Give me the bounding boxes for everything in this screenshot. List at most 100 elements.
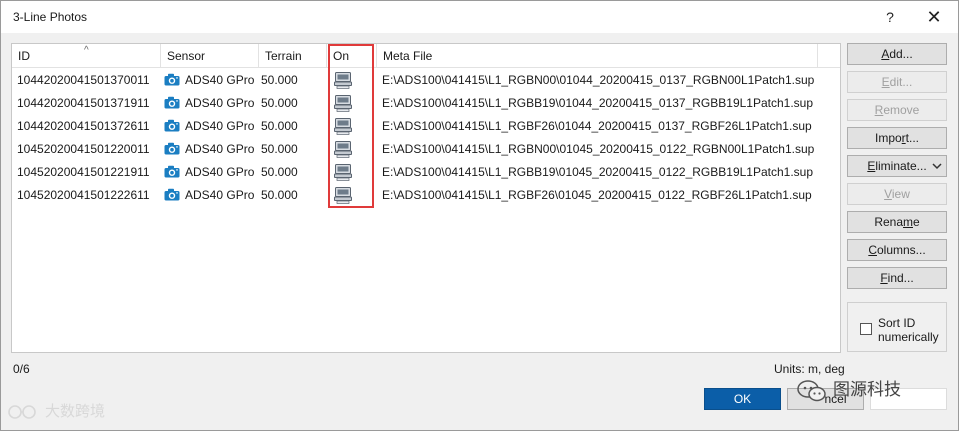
wechat-icon [797,379,826,401]
add-button[interactable]: Add... [847,43,947,65]
row-on[interactable] [332,69,372,92]
import-button-label-start: Impo [874,131,902,145]
row-sensor-text: ADS40 GPro [185,73,255,87]
on-status-icon [334,72,352,89]
corner-watermark-text: 大数跨境 [45,403,106,420]
eliminate-button-label-end: liminate... [875,159,927,173]
title-bar: 3-Line Photos ? ✕ [1,1,958,33]
column-header-on[interactable]: On [327,44,377,68]
photos-list[interactable]: ID ^ Sensor Terrain On Meta File 1044202… [11,43,841,353]
row-meta-file: E:\ADS100\041415\L1_RGBB19\01045_2020041… [382,165,814,179]
row-sensor-text: ADS40 GPro [185,96,255,110]
camera-icon [164,189,180,201]
row-meta-file: E:\ADS100\041415\L1_RGBF26\01045_2020041… [382,188,812,202]
row-terrain: 50.000 [261,142,298,156]
row-meta-file: E:\ADS100\041415\L1_RGBF26\01044_2020041… [382,119,812,133]
on-status-icon [334,187,352,204]
brand-watermark-text: 图源科技 [833,380,901,399]
row-sensor: ADS40 GPro [164,138,264,161]
row-sensor: ADS40 GPro [164,161,264,184]
row-on[interactable] [332,138,372,161]
corner-watermark-logo-icon [8,405,36,419]
selection-counter: 0/6 [13,362,30,376]
sort-ascending-icon: ^ [84,45,89,56]
find-button[interactable]: Find... [847,267,947,289]
on-status-icon [334,95,352,112]
columns-button[interactable]: Columns... [847,239,947,261]
columns-button-label-end: olumns... [876,243,926,257]
view-button-label-end: iew [891,187,910,201]
add-button-label-end: dd... [889,47,913,61]
rename-button-label-end: e [913,215,920,229]
edit-button-label-end: dit... [889,75,913,89]
edit-button-access-key: E [881,75,890,89]
row-terrain: 50.000 [261,73,298,87]
dialog-window: 3-Line Photos ? ✕ ID ^ Sensor Terrain On… [0,0,959,431]
view-button-access-key: V [884,187,892,201]
row-terrain: 50.000 [261,165,298,179]
row-terrain: 50.000 [261,188,298,202]
remove-button[interactable]: Remove [847,99,947,121]
help-button[interactable]: ? [875,5,905,29]
row-sensor: ADS40 GPro [164,69,264,92]
camera-icon [164,120,180,132]
row-on[interactable] [332,184,372,207]
find-button-label-end: ind... [887,271,914,285]
row-on[interactable] [332,161,372,184]
row-sensor-text: ADS40 GPro [185,142,255,156]
sort-option-group: Sort ID numerically [847,302,947,352]
find-button-access-key: F [880,271,888,285]
rename-button[interactable]: Rename [847,211,947,233]
ok-button[interactable]: OK [704,388,781,410]
row-id: 10452020041501221911 [17,165,150,179]
camera-icon [164,143,180,155]
corner-watermark: 大数跨境 [7,401,105,423]
sort-id-numerically-checkbox[interactable] [860,323,872,335]
columns-button-access-key: C [868,243,877,257]
row-id: 10442020041501371911 [17,96,150,110]
row-meta-file: E:\ADS100\041415\L1_RGBN00\01045_2020041… [382,142,815,156]
remove-button-label-end: emove [883,103,920,117]
row-sensor: ADS40 GPro [164,115,264,138]
brand-watermark: 图源科技 [797,377,901,403]
row-sensor-text: ADS40 GPro [185,165,255,179]
row-sensor: ADS40 GPro [164,184,264,207]
table-row[interactable]: 10452020041501221911 ADS40 GPro 50.000 E… [12,161,840,184]
chevron-down-icon [932,163,942,170]
row-on[interactable] [332,92,372,115]
units-label: Units: m, deg [774,362,845,376]
on-status-icon [334,164,352,181]
row-id: 10442020041501370011 [17,73,150,87]
list-header: ID ^ Sensor Terrain On Meta File [12,44,840,68]
table-row[interactable]: 10452020041501222611 ADS40 GPro 50.000 E… [12,184,840,207]
row-terrain: 50.000 [261,119,298,133]
column-header-terrain[interactable]: Terrain [259,44,327,68]
table-row[interactable]: 10452020041501220011 ADS40 GPro 50.000 E… [12,138,840,161]
row-id: 10452020041501220011 [17,142,150,156]
view-button[interactable]: View [847,183,947,205]
column-header-id-label: ID [18,49,30,63]
camera-icon [164,74,180,86]
row-id: 10442020041501372611 [17,119,150,133]
import-button[interactable]: Import... [847,127,947,149]
table-row[interactable]: 10442020041501371911 ADS40 GPro 50.000 E… [12,92,840,115]
row-on[interactable] [332,115,372,138]
row-terrain: 50.000 [261,96,298,110]
edit-button[interactable]: Edit... [847,71,947,93]
table-row[interactable]: 10442020041501370011 ADS40 GPro 50.000 E… [12,69,840,92]
on-status-icon [334,141,352,158]
column-header-meta-file[interactable]: Meta File [377,44,818,68]
column-header-id[interactable]: ID ^ [12,44,161,68]
remove-button-access-key: R [874,103,884,117]
table-row[interactable]: 10442020041501372611 ADS40 GPro 50.000 E… [12,115,840,138]
camera-icon [164,166,180,178]
eliminate-dropdown-button[interactable]: Eliminate... [847,155,947,177]
on-status-icon [334,118,352,135]
row-sensor-text: ADS40 GPro [185,188,255,202]
dialog-title: 3-Line Photos [13,10,88,24]
row-meta-file: E:\ADS100\041415\L1_RGBB19\01044_2020041… [382,96,814,110]
close-button[interactable]: ✕ [919,5,949,29]
sort-id-numerically-label[interactable]: Sort ID numerically [878,316,948,344]
row-sensor-text: ADS40 GPro [185,119,255,133]
column-header-sensor[interactable]: Sensor [161,44,259,68]
